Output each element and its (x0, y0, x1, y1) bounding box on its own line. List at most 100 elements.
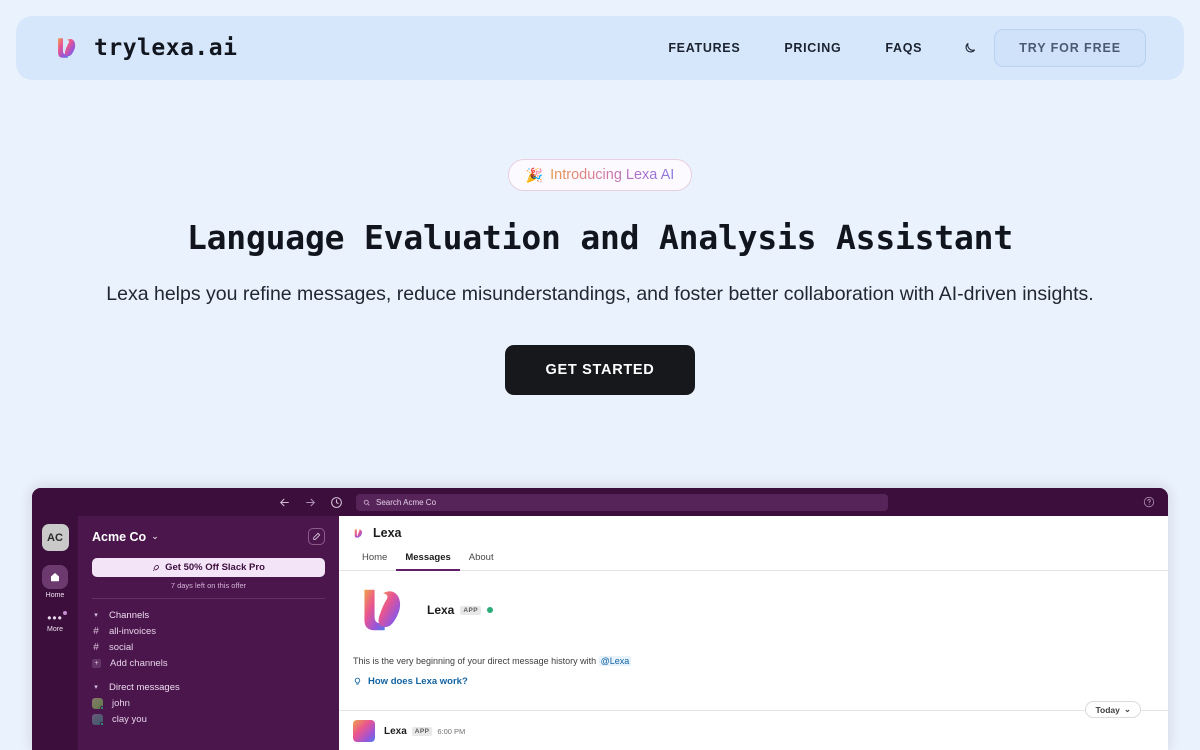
direct-messages-section: ▾ Direct messages john clay you (78, 679, 339, 727)
more-dots-icon: ••• (47, 611, 63, 625)
theme-toggle-button[interactable] (952, 31, 986, 65)
channels-section-header[interactable]: ▾ Channels (78, 607, 339, 623)
day-divider-label: Today (1095, 704, 1120, 715)
app-rail: AC Home ••• More (32, 516, 78, 750)
clock-icon[interactable] (330, 496, 343, 509)
brand[interactable]: trylexa.ai (54, 35, 237, 61)
presence-dot (100, 721, 104, 726)
how-does-lexa-work-link[interactable]: How does Lexa work? (353, 676, 1154, 687)
tab-messages[interactable]: Messages (396, 548, 460, 571)
app-history-nav (278, 496, 343, 509)
sidebar-item-all-invoices[interactable]: # all-invoices (78, 623, 339, 639)
dm-label: clay you (112, 713, 147, 725)
rail-notification-dot (63, 611, 67, 615)
tab-home[interactable]: Home (353, 548, 396, 571)
chevron-down-icon: ▾ (94, 684, 98, 691)
sidebar-item-dm-john[interactable]: john (78, 695, 339, 711)
chevron-down-icon: ▾ (94, 612, 98, 619)
slack-pro-promo-button[interactable]: Get 50% Off Slack Pro (92, 558, 325, 577)
sidebar-item-dm-clay[interactable]: clay you (78, 711, 339, 727)
add-channels-label: Add channels (110, 657, 168, 669)
app-main-panel: Lexa Home Messages About Lexa APP This i… (339, 516, 1168, 750)
day-divider: Today ⌄ (339, 701, 1168, 718)
message-timestamp: 6:00 PM (437, 726, 466, 736)
message-meta: Lexa APP 6:00 PM (384, 720, 465, 742)
dm-label: john (112, 697, 130, 709)
lexa-logo-mark-icon (354, 528, 362, 538)
get-started-button[interactable]: GET STARTED (504, 344, 696, 395)
message-row: Lexa APP 6:00 PM (339, 711, 1168, 742)
app-search-placeholder: Search Acme Co (376, 497, 437, 507)
announcement-badge[interactable]: 🎉 Introducing Lexa AI (507, 159, 693, 191)
conversation-intro: Lexa APP This is the very beginning of y… (339, 571, 1168, 687)
arrow-left-icon[interactable] (278, 496, 291, 509)
help-circle-icon[interactable] (1143, 496, 1155, 508)
avatar (92, 713, 104, 726)
compose-icon (313, 532, 321, 540)
conversation-tabs: Home Messages About (339, 548, 1168, 571)
lightbulb-icon (354, 677, 361, 685)
mention-lexa[interactable]: @Lexa (598, 656, 632, 666)
hero-section: 🎉 Introducing Lexa AI Language Evaluatio… (0, 96, 1200, 395)
status-badge (486, 607, 493, 613)
workspace-avatar[interactable]: AC (41, 524, 69, 551)
hero-subheadline: Lexa helps you refine messages, reduce m… (106, 282, 1094, 305)
nav-link-features[interactable]: FEATURES (646, 41, 762, 55)
day-divider-pill[interactable]: Today ⌄ (1085, 701, 1141, 718)
add-channels-button[interactable]: + Add channels (78, 655, 339, 671)
rail-item-more[interactable]: ••• More (32, 611, 78, 633)
party-popper-icon: 🎉 (525, 167, 544, 183)
channel-label: all-invoices (109, 625, 156, 637)
plus-icon: + (92, 658, 101, 668)
nav-link-faqs[interactable]: FAQS (863, 41, 944, 55)
main-nav: FEATURES PRICING FAQS TRY FOR FREE (646, 29, 1146, 67)
site-header: trylexa.ai FEATURES PRICING FAQS TRY FOR… (16, 16, 1184, 80)
conversation-header: Lexa (339, 516, 1168, 540)
message-author: Lexa (384, 725, 407, 737)
app-search-input[interactable]: Search Acme Co (356, 493, 888, 511)
app-profile-row: Lexa APP (353, 583, 1154, 637)
brand-name: trylexa.ai (94, 35, 238, 61)
channel-label: social (109, 641, 134, 653)
conversation-title: Lexa (373, 526, 402, 540)
direct-messages-section-header[interactable]: ▾ Direct messages (78, 679, 339, 695)
try-for-free-button[interactable]: TRY FOR FREE (994, 29, 1146, 67)
app-body: AC Home ••• More Acme Co ⌄ Get 50% Off S… (32, 516, 1168, 750)
app-topbar: Search Acme Co (32, 488, 1168, 516)
rail-item-home[interactable]: Home (32, 565, 78, 599)
arrow-right-icon[interactable] (304, 496, 317, 509)
home-icon (51, 573, 59, 582)
workspace-name: Acme Co (92, 529, 147, 544)
workspace-header[interactable]: Acme Co ⌄ (78, 516, 339, 545)
landing-page: trylexa.ai FEATURES PRICING FAQS TRY FOR… (0, 0, 1200, 750)
how-does-lexa-work-label: How does Lexa work? (368, 676, 468, 687)
avatar (353, 720, 375, 742)
announcement-badge-label: Introducing Lexa AI (550, 167, 675, 183)
rail-item-more-label: More (47, 626, 63, 633)
conversation-intro-text: This is the very beginning of your direc… (353, 656, 1154, 666)
sidebar-divider (92, 598, 325, 599)
app-badge: APP (460, 605, 481, 615)
lexa-logo-mark-icon (58, 38, 76, 58)
compose-button[interactable] (308, 528, 325, 545)
product-screenshot: Search Acme Co AC Home ••• More Acme Co … (32, 488, 1168, 750)
app-profile-name: Lexa (427, 603, 455, 617)
page-title: Language Evaluation and Analysis Assista… (186, 218, 1014, 257)
sidebar-item-social[interactable]: # social (78, 639, 339, 655)
presence-dot (100, 705, 104, 710)
rail-item-home-label: Home (45, 592, 65, 599)
chevron-down-icon: ⌄ (151, 531, 159, 541)
search-icon (363, 499, 370, 505)
avatar (92, 697, 104, 710)
direct-messages-section-title: Direct messages (109, 681, 180, 693)
rocket-icon (153, 564, 160, 571)
promo-label: Get 50% Off Slack Pro (165, 562, 265, 573)
moon-icon (965, 42, 975, 52)
intro-text-prefix: This is the very beginning of your direc… (353, 656, 599, 666)
hash-icon: # (93, 641, 99, 653)
tab-about[interactable]: About (460, 548, 503, 571)
chevron-down-icon: ⌄ (1123, 704, 1131, 714)
hash-icon: # (93, 625, 99, 637)
lexa-logo-large-icon (364, 589, 401, 631)
nav-link-pricing[interactable]: PRICING (762, 41, 863, 55)
